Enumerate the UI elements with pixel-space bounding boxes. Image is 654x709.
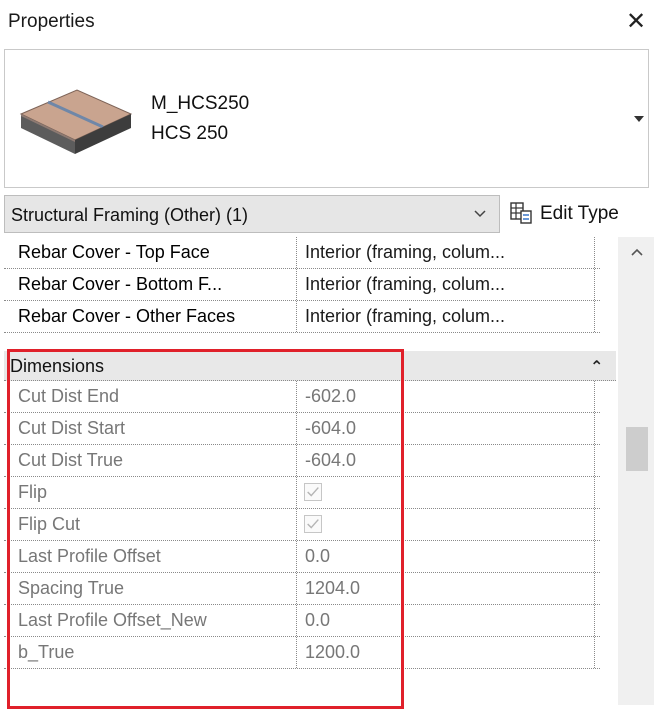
vertical-scrollbar[interactable] xyxy=(618,237,654,705)
property-name: Cut Dist Start xyxy=(4,413,297,444)
cell-spacer xyxy=(594,237,600,268)
property-value: -604.0 xyxy=(305,450,357,470)
type-family-name: M_HCS250 xyxy=(151,93,250,114)
property-name: Last Profile Offset xyxy=(4,541,297,572)
scroll-thumb[interactable] xyxy=(626,427,648,471)
cell-spacer xyxy=(594,509,600,540)
category-filter-value: Structural Framing (Other) (1) xyxy=(11,205,249,225)
property-value: -602.0 xyxy=(305,386,357,406)
cell-spacer xyxy=(594,445,600,476)
property-value xyxy=(297,509,600,540)
cell-spacer xyxy=(594,637,600,668)
edit-type-button[interactable]: Edit Type xyxy=(507,195,654,233)
property-name: Flip Cut xyxy=(4,509,297,540)
cell-spacer xyxy=(594,269,600,300)
scroll-up-arrow-icon[interactable] xyxy=(630,247,644,257)
collapse-icon[interactable]: ⌃ xyxy=(590,357,603,377)
property-row: Spacing True 1204.0 xyxy=(4,573,600,605)
caret-down-icon[interactable] xyxy=(632,106,646,130)
property-row: Flip Cut xyxy=(4,509,600,541)
property-row[interactable]: Rebar Cover - Top Face Interior (framing… xyxy=(4,237,600,269)
cell-spacer xyxy=(594,605,600,636)
property-row[interactable]: Rebar Cover - Bottom F... Interior (fram… xyxy=(4,269,600,301)
property-name: Cut Dist End xyxy=(4,381,297,412)
property-value[interactable]: Interior (framing, colum... xyxy=(297,269,600,300)
category-filter-dropdown[interactable]: Structural Framing (Other) (1) xyxy=(4,195,500,233)
filter-row: Structural Framing (Other) (1) Edit Type xyxy=(4,195,654,233)
group-header-dimensions[interactable]: Dimensions ⌃ xyxy=(4,351,616,381)
property-name: Rebar Cover - Other Faces xyxy=(4,301,297,332)
property-row: Cut Dist End -602.0 xyxy=(4,381,600,413)
property-value[interactable]: Interior (framing, colum... xyxy=(297,301,600,332)
cell-spacer xyxy=(594,541,600,572)
property-row: Last Profile Offset_New 0.0 xyxy=(4,605,600,637)
property-value: 0.0 xyxy=(305,610,331,630)
property-row: Last Profile Offset 0.0 xyxy=(4,541,600,573)
cell-spacer xyxy=(594,413,600,444)
property-row[interactable]: Rebar Cover - Other Faces Interior (fram… xyxy=(4,301,600,333)
property-value: 1204.0 xyxy=(305,578,361,598)
title-bar: Properties ✕ xyxy=(0,0,654,46)
type-name: HCS 250 xyxy=(151,123,229,144)
property-row: b_True 1200.0 xyxy=(4,637,600,669)
close-button[interactable]: ✕ xyxy=(622,8,650,36)
property-name: Rebar Cover - Top Face xyxy=(4,237,297,268)
checkbox-checked-icon xyxy=(304,483,322,501)
property-name: Flip xyxy=(4,477,297,508)
chevron-down-icon xyxy=(474,210,486,218)
property-row: Flip xyxy=(4,477,600,509)
property-value[interactable]: Interior (framing, colum... xyxy=(297,237,600,268)
property-row: Cut Dist True -604.0 xyxy=(4,445,600,477)
cell-spacer xyxy=(594,477,600,508)
property-row: Cut Dist Start -604.0 xyxy=(4,413,600,445)
checkbox-checked-icon xyxy=(304,515,322,533)
window-title: Properties xyxy=(8,11,95,32)
property-name: Spacing True xyxy=(4,573,297,604)
property-name: b_True xyxy=(4,637,297,668)
property-value: -604.0 xyxy=(305,418,357,438)
property-value: 1200.0 xyxy=(305,642,361,662)
edit-type-icon xyxy=(510,202,532,224)
type-selector[interactable]: M_HCS250 HCS 250 xyxy=(4,49,649,188)
property-value: 0.0 xyxy=(305,546,331,566)
property-name: Rebar Cover - Bottom F... xyxy=(4,269,297,300)
property-value xyxy=(297,477,600,508)
cell-spacer xyxy=(594,381,600,412)
properties-grid: Rebar Cover - Top Face Interior (framing… xyxy=(4,237,654,705)
property-name: Last Profile Offset_New xyxy=(4,605,297,636)
group-title: Dimensions xyxy=(10,356,105,376)
edit-type-label: Edit Type xyxy=(540,203,619,224)
cell-spacer xyxy=(594,573,600,604)
hollow-core-slab-icon xyxy=(19,89,133,154)
property-name: Cut Dist True xyxy=(4,445,297,476)
cell-spacer xyxy=(594,301,600,332)
